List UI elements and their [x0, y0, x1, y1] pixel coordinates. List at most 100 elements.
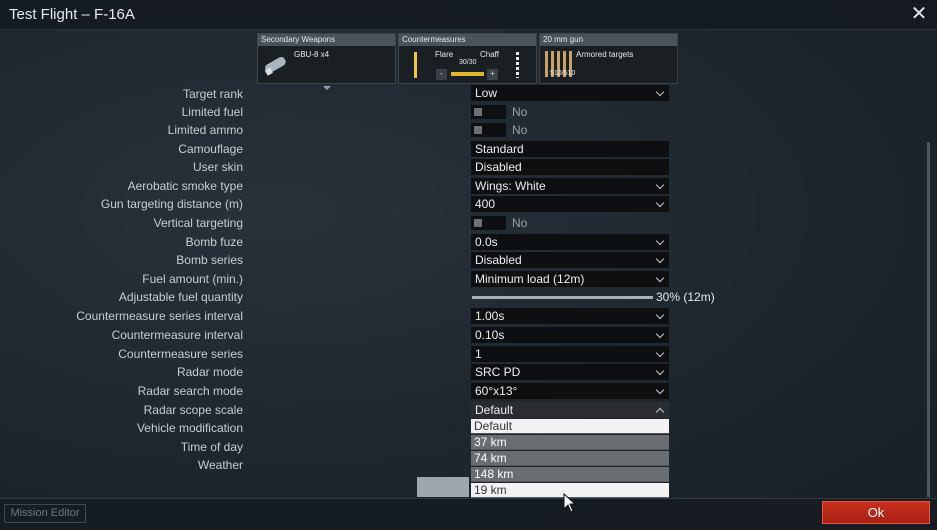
- fuel-slider[interactable]: [472, 296, 653, 299]
- plus-button[interactable]: +: [487, 69, 498, 80]
- row-radar-scope: Radar scope scale Default: [0, 402, 720, 419]
- row-label: Vertical targeting: [153, 216, 243, 230]
- dropdown-option[interactable]: 74 km: [471, 451, 669, 466]
- toggle-knob: [474, 219, 482, 227]
- row-label: Aerobatic smoke type: [127, 179, 243, 193]
- select-value: Default: [475, 403, 514, 417]
- bottom-bar: Mission Editor Ok: [0, 498, 937, 530]
- countermeasure-count: 30/30: [459, 59, 477, 66]
- user-skin-select[interactable]: Disabled: [471, 159, 669, 175]
- row-bomb-fuze: Bomb fuze 0.0s: [0, 234, 720, 251]
- select-value: Minimum load (12m): [475, 272, 585, 286]
- row-vertical-targeting: Vertical targeting No: [0, 215, 720, 232]
- row-radar-mode: Radar mode SRC PD: [0, 364, 720, 381]
- toggle-knob: [474, 108, 482, 116]
- mission-editor-button[interactable]: Mission Editor: [4, 504, 86, 523]
- fuel-amount-select[interactable]: Minimum load (12m): [471, 271, 669, 287]
- chaff-label: Chaff: [480, 50, 499, 59]
- slot-header: 20 mm gun: [540, 34, 677, 46]
- toggle-knob: [474, 126, 482, 134]
- row-label: Bomb fuze: [185, 235, 243, 249]
- radar-scope-select[interactable]: Default: [471, 402, 669, 418]
- ok-button[interactable]: Ok: [822, 501, 930, 524]
- chevron-down-icon: [655, 273, 665, 283]
- row-label: Radar scope scale: [143, 403, 243, 417]
- toggle-state: No: [512, 105, 528, 119]
- slot-header: Countermeasures: [399, 34, 536, 46]
- row-label: Limited fuel: [181, 105, 243, 119]
- row-limited-fuel: Limited fuel No: [0, 104, 720, 121]
- chevron-down-icon: [655, 348, 665, 358]
- row-label: Target rank: [182, 87, 243, 101]
- bomb-series-select[interactable]: Disabled: [471, 252, 669, 268]
- radar-search-select[interactable]: 60°x13°: [471, 383, 669, 399]
- slot-header: Secondary Weapons: [258, 34, 395, 46]
- chevron-down-icon: [655, 254, 665, 264]
- gun-slot[interactable]: 20 mm gun Armored targets 510/510: [539, 33, 678, 90]
- limited-fuel-toggle[interactable]: [471, 105, 506, 119]
- row-label: Countermeasure interval: [111, 328, 243, 342]
- chevron-down-icon: [655, 87, 665, 97]
- toggle-state: No: [512, 123, 528, 137]
- row-radar-search: Radar search mode 60°x13°: [0, 383, 720, 400]
- row-label: Weather: [197, 458, 243, 472]
- countermeasures-slot[interactable]: Countermeasures Flare Chaff 30/30 - +: [398, 33, 537, 84]
- row-user-skin: User skin Disabled: [0, 159, 720, 176]
- flare-icon: [414, 52, 417, 78]
- aerobatic-smoke-select[interactable]: Wings: White: [471, 178, 669, 194]
- weather-thumbnail[interactable]: [417, 477, 469, 497]
- row-cm-series-interval: Countermeasure series interval 1.00s: [0, 308, 720, 325]
- bomb-fuze-select[interactable]: 0.0s: [471, 234, 669, 250]
- dropdown-option[interactable]: 148 km: [471, 467, 669, 482]
- row-bomb-series: Bomb series Disabled: [0, 252, 720, 269]
- select-value: Low: [475, 86, 498, 100]
- chevron-down-icon: [655, 198, 665, 208]
- select-value: SRC PD: [475, 365, 521, 379]
- chevron-down-icon: [655, 310, 665, 320]
- chaff-icon: [516, 52, 519, 78]
- row-label: Camouflage: [178, 142, 243, 156]
- dropdown-option[interactable]: Default: [471, 419, 669, 434]
- countermeasure-ratio-slider[interactable]: [451, 72, 484, 76]
- row-label: Limited ammo: [167, 123, 243, 137]
- row-label: Countermeasure series interval: [76, 309, 243, 323]
- vertical-targeting-toggle[interactable]: [471, 216, 506, 230]
- row-label: Vehicle modification: [136, 421, 243, 435]
- cm-series-interval-select[interactable]: 1.00s: [471, 308, 669, 324]
- cm-series-select[interactable]: 1: [471, 346, 669, 362]
- row-label: Countermeasure series: [118, 347, 243, 361]
- bomb-icon: [264, 56, 286, 76]
- secondary-weapon-name: GBU-8 x4: [294, 50, 330, 59]
- select-value: 60°x13°: [475, 384, 518, 398]
- camouflage-select[interactable]: Standard: [471, 141, 669, 157]
- select-value: Disabled: [475, 160, 522, 174]
- row-label: Bomb series: [176, 253, 243, 267]
- minus-button[interactable]: -: [436, 69, 447, 80]
- cm-interval-select[interactable]: 0.10s: [471, 327, 669, 343]
- select-value: Disabled: [475, 253, 522, 267]
- gun-ammo-name: Armored targets: [576, 50, 634, 59]
- row-label: Gun targeting distance (m): [100, 197, 243, 211]
- secondary-weapons-slot[interactable]: Secondary Weapons GBU-8 x4: [257, 33, 396, 90]
- row-label: Radar search mode: [137, 384, 243, 398]
- close-icon[interactable]: ✕: [909, 4, 929, 25]
- select-value: Wings: White: [475, 179, 546, 193]
- chevron-down-icon: [655, 385, 665, 395]
- radar-mode-select[interactable]: SRC PD: [471, 364, 669, 380]
- mouse-cursor-icon: [563, 493, 577, 513]
- row-target-rank: Target rank Low: [0, 85, 720, 103]
- scrollbar[interactable]: [927, 142, 930, 497]
- chevron-down-icon: [655, 180, 665, 190]
- chevron-down-icon: [655, 329, 665, 339]
- row-fuel-amount: Fuel amount (min.) Minimum load (12m): [0, 271, 720, 288]
- gun-targeting-select[interactable]: 400: [471, 196, 669, 212]
- row-label: Adjustable fuel quantity: [118, 290, 243, 304]
- gun-ammo-count: 510/510: [550, 70, 576, 77]
- target-rank-select[interactable]: Low: [471, 85, 669, 101]
- dropdown-option[interactable]: 37 km: [471, 435, 669, 450]
- row-label: Radar mode: [176, 365, 243, 379]
- row-limited-ammo: Limited ammo No: [0, 122, 720, 139]
- select-value: 1: [475, 347, 482, 361]
- limited-ammo-toggle[interactable]: [471, 123, 506, 137]
- chevron-up-icon: [655, 407, 665, 417]
